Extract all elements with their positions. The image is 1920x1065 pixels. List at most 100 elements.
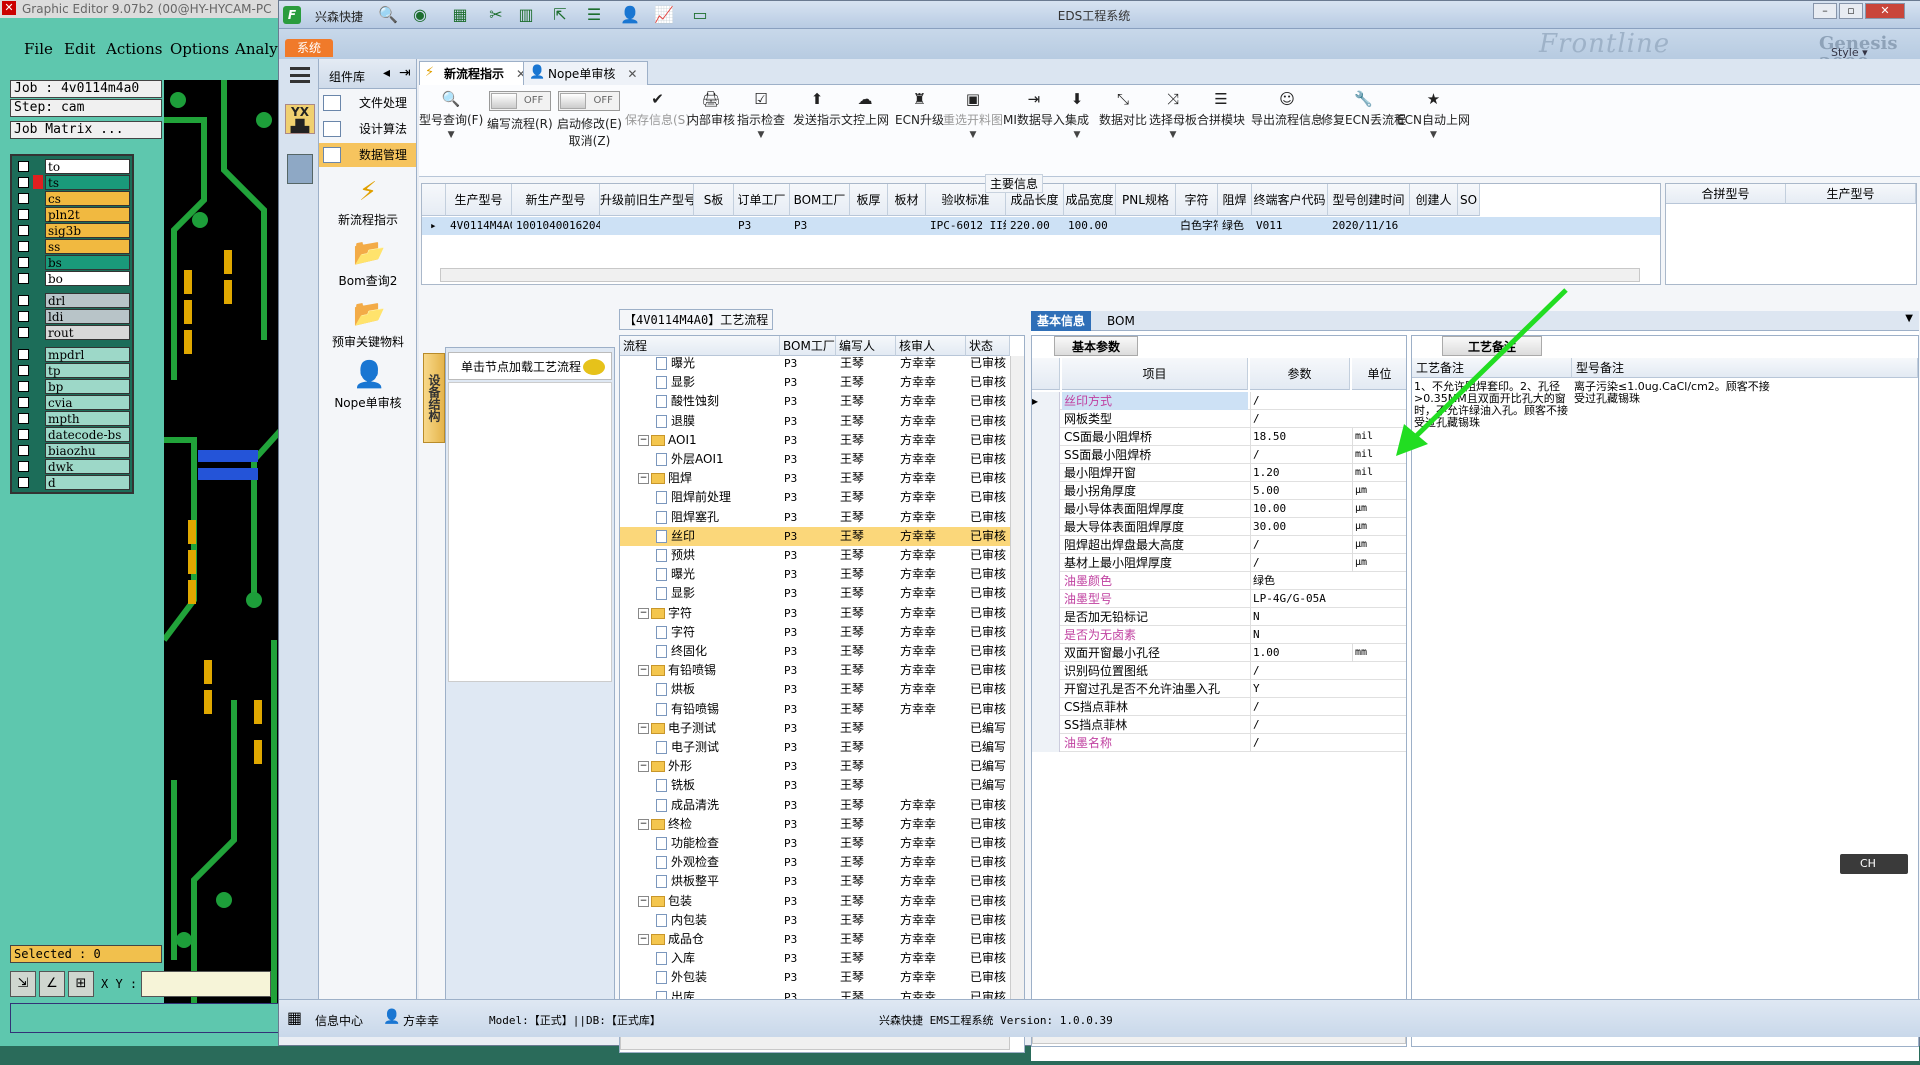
table-row[interactable]: 显影 P3 王琴 方幸幸 已审核 [620,584,1010,603]
expand-toggle-icon[interactable]: − [638,761,649,773]
table-row[interactable]: 铣板 P3 王琴 已编写 [620,776,1010,795]
layer-name[interactable]: dwk [45,458,130,474]
column-header[interactable]: 合拼型号 [1666,184,1786,204]
layer-checkbox[interactable] [18,256,29,268]
table-cell[interactable]: 2020/11/16 [1328,217,1410,235]
tab-nope-review[interactable]: 👤 Nope单审核 ✕ [523,61,649,85]
table-cell[interactable]: 10010400162043 [512,217,600,235]
table-row[interactable]: ▸ 丝印方式 / [1032,392,1406,410]
layer-row[interactable]: dwk [14,458,130,474]
chevron-down-icon[interactable]: ▼ [1149,130,1197,140]
info-center-link[interactable]: 信息中心 [315,1012,363,1029]
layer-row[interactable]: d [14,474,130,490]
layer-checkbox[interactable] [18,240,29,252]
table-row[interactable]: 预烘 P3 王琴 方幸幸 已审核 [620,546,1010,565]
table-row[interactable]: 是否为无卤素 N [1032,626,1406,644]
ribbon-button-7[interactable]: ☁ 文控上网 [841,91,889,128]
column-header[interactable]: S板 [694,184,734,216]
job-field[interactable]: Job : 4v0114m4a0 [10,80,162,98]
layer-name[interactable]: d [45,474,130,490]
component-tool-3[interactable]: 👤 Nope单审核 [319,360,417,411]
layer-row[interactable]: ldi [14,308,130,324]
column-header[interactable]: 阻焊 [1218,184,1252,216]
layer-name[interactable]: sig3b [45,222,130,238]
step-field[interactable]: Step: cam [10,99,162,117]
table-row[interactable]: 入库 P3 王琴 方幸幸 已审核 [620,949,1010,968]
param-value[interactable]: 10.00 [1250,500,1350,518]
table-row[interactable]: SS挡点菲林 / [1032,716,1406,734]
layer-name[interactable]: cvia [45,394,130,410]
table-row[interactable]: 基材上最小阻焊厚度 / μm [1032,554,1406,572]
param-value[interactable]: Y [1250,680,1350,698]
table-row[interactable]: 阻焊超出焊盘最大高度 / μm [1032,536,1406,554]
table-row[interactable]: 识别码位置图纸 / [1032,662,1406,680]
column-header[interactable]: BOM工厂 [790,184,850,216]
component-tool-1[interactable]: 📂 Bom查询2 [319,238,417,289]
model-note-text[interactable]: 离子污染≤1.0ug.CaCl/cm2。顾客不接受过孔藏锡珠 [1574,381,1774,405]
menu-edit[interactable]: Edit [64,40,95,58]
table-row[interactable]: 烘板整平 P3 王琴 方幸幸 已审核 [620,872,1010,891]
table-row[interactable]: 有铅喷锡 P3 王琴 方幸幸 已审核 [620,700,1010,719]
layer-row[interactable]: to [14,158,130,174]
column-header[interactable]: 创建人 [1410,184,1458,216]
close-tab-icon[interactable]: ✕ [627,67,637,81]
param-value[interactable]: / [1250,392,1350,410]
column-header[interactable]: 流程 [620,336,780,356]
column-header[interactable]: 参数 [1250,358,1350,390]
layer-row[interactable]: datecode-bs [14,426,130,442]
table-row[interactable]: − 阻焊 P3 王琴 方幸幸 已审核 [620,469,1010,488]
layer-row[interactable]: cs [14,190,130,206]
layer-checkbox[interactable] [18,192,29,204]
layer-row[interactable]: bs [14,254,130,270]
zoom-area-icon[interactable]: ⇲ [10,971,36,997]
tab-new-process[interactable]: ⚡ 新流程指示 ✕ [419,61,538,85]
layer-name[interactable]: bs [45,254,130,270]
param-value[interactable]: / [1250,536,1350,554]
table-row[interactable]: 最小拐角厚度 5.00 μm [1032,482,1406,500]
chevron-down-icon[interactable]: ▼ [1397,130,1470,140]
table-row[interactable]: SS面最小阻焊桥 / mil [1032,446,1406,464]
layer-checkbox[interactable] [18,428,29,440]
tab-bom[interactable]: BOM [1101,311,1141,331]
layer-row[interactable]: drl [14,292,130,308]
expand-toggle-icon[interactable]: − [638,665,649,677]
table-cell[interactable]: P3 [790,217,850,235]
table-row[interactable]: CS挡点菲林 / [1032,698,1406,716]
ribbon-button-12[interactable]: ⤡ 数据对比 [1099,91,1147,128]
tab-system[interactable]: 系统 [285,39,333,57]
param-value[interactable]: 18.50 [1250,428,1350,446]
table-row[interactable]: 阻焊前处理 P3 王琴 方幸幸 已审核 [620,488,1010,507]
xy-input[interactable] [141,971,272,997]
table-cell[interactable]: V011 [1252,217,1328,235]
table-cell[interactable] [1410,217,1458,235]
layer-name[interactable]: mpdrl [45,346,130,362]
table-row[interactable]: 外观检查 P3 王琴 方幸幸 已审核 [620,853,1010,872]
layer-row[interactable]: pln2t [14,206,130,222]
column-header[interactable]: 终端客户代码 [1252,184,1328,216]
table-row[interactable]: − 字符 P3 王琴 方幸幸 已审核 [620,604,1010,623]
table-row[interactable]: 油墨型号 LP-4G/G-05A [1032,590,1406,608]
pin-icon[interactable]: ⇥ [399,65,411,81]
layer-row[interactable]: biaozhu [14,442,130,458]
param-value[interactable]: / [1250,698,1350,716]
calculator-icon[interactable] [287,154,313,184]
table-row[interactable]: 外包装 P3 王琴 方幸幸 已审核 [620,968,1010,987]
table-cell[interactable] [694,217,734,235]
table-row[interactable]: 终固化 P3 王琴 方幸幸 已审核 [620,642,1010,661]
layer-checkbox[interactable] [18,272,29,284]
layer-checkbox[interactable] [18,460,29,472]
layer-row[interactable]: rout [14,324,130,340]
column-header[interactable]: 单位 [1352,358,1406,390]
layer-row[interactable]: cvia [14,394,130,410]
layer-checkbox[interactable] [18,444,29,456]
layer-name[interactable]: tp [45,362,130,378]
layer-name[interactable]: biaozhu [45,442,130,458]
column-header[interactable]: 生产型号 [1786,184,1916,204]
ribbon-button-3[interactable]: ✔ 保存信息(S) [625,91,690,128]
expand-toggle-icon[interactable]: − [638,607,649,619]
column-header[interactable]: 板厚 [850,184,888,216]
layer-checkbox[interactable] [18,176,29,188]
vertical-scrollbar[interactable] [1010,356,1024,1036]
ribbon-button-17[interactable]: ★ ECN自动上网 ▼ [1397,91,1470,140]
ime-indicator[interactable]: CH [1840,854,1908,874]
